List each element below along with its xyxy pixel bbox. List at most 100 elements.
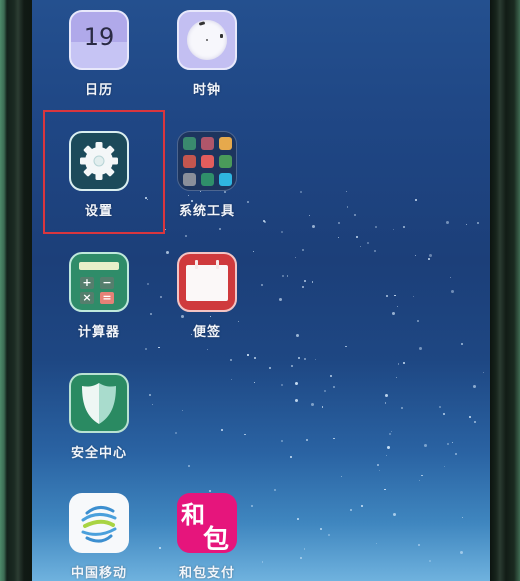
- folder-app-thumbnail: [218, 172, 232, 186]
- star: [333, 437, 335, 440]
- star: [260, 284, 263, 287]
- star: [263, 221, 266, 224]
- star: [221, 428, 224, 431]
- star: [473, 421, 476, 424]
- star: [391, 430, 393, 432]
- star: [208, 489, 211, 492]
- star: [340, 475, 342, 477]
- star: [477, 221, 480, 224]
- star: [417, 543, 420, 546]
- folder-app-thumbnail: [200, 136, 214, 150]
- star: [373, 250, 376, 253]
- star: [384, 489, 386, 491]
- app-label: 安全中心: [70, 446, 127, 461]
- app-security-center[interactable]: 安全中心: [54, 373, 144, 461]
- app-system-tools-folder[interactable]: 系统工具: [162, 131, 252, 219]
- star: [461, 343, 464, 346]
- star: [207, 349, 209, 351]
- star: [378, 470, 380, 472]
- notepad-icon: [177, 252, 237, 312]
- star: [175, 432, 178, 435]
- star: [281, 231, 284, 234]
- star: [294, 398, 298, 402]
- app-hebao-pay[interactable]: 和 包 和包支付: [162, 493, 252, 581]
- star: [397, 363, 400, 365]
- app-notes[interactable]: 便签: [162, 252, 252, 340]
- folder-app-thumbnail: [182, 154, 196, 168]
- star: [311, 403, 315, 407]
- star: [392, 311, 396, 315]
- star: [244, 433, 246, 436]
- app-china-mobile[interactable]: 中国移动: [54, 493, 144, 581]
- app-label: 便签: [192, 325, 221, 340]
- star: [385, 393, 389, 397]
- star: [418, 346, 422, 350]
- star: [312, 281, 314, 283]
- star: [466, 224, 468, 226]
- star: [376, 464, 379, 467]
- app-settings[interactable]: 设置: [54, 131, 144, 219]
- star: [150, 312, 153, 315]
- app-label: 和包支付: [178, 566, 235, 581]
- calendar-date: 19: [83, 23, 115, 51]
- star: [415, 199, 418, 202]
- star: [303, 357, 306, 360]
- star: [345, 346, 347, 348]
- star: [308, 215, 310, 217]
- app-label: 系统工具: [178, 204, 235, 219]
- star: [254, 356, 257, 359]
- star: [337, 237, 339, 239]
- china-mobile-logo-icon: [69, 493, 129, 553]
- star: [393, 513, 397, 517]
- star: [300, 191, 303, 194]
- star: [286, 275, 288, 277]
- star: [460, 550, 464, 554]
- star: [361, 505, 364, 508]
- star: [297, 518, 300, 521]
- star: [304, 548, 306, 550]
- app-calendar[interactable]: 19 日历: [54, 10, 144, 98]
- star: [311, 225, 315, 229]
- star: [428, 257, 431, 260]
- star: [315, 358, 317, 360]
- star: [446, 442, 449, 445]
- star: [443, 465, 445, 467]
- folder-app-thumbnail: [218, 136, 232, 150]
- star: [429, 560, 432, 563]
- star: [152, 404, 154, 406]
- star: [184, 234, 187, 237]
- star: [328, 534, 331, 537]
- star: [355, 235, 358, 238]
- gear-icon: [69, 131, 129, 191]
- star: [394, 294, 396, 296]
- star: [423, 444, 427, 448]
- star: [261, 561, 263, 563]
- star: [254, 381, 256, 384]
- app-label: 设置: [84, 204, 113, 219]
- star: [413, 296, 415, 298]
- clock-icon: [177, 10, 237, 70]
- star: [450, 277, 452, 279]
- star: [333, 385, 336, 388]
- star: [367, 241, 370, 244]
- star: [144, 348, 147, 351]
- folder-app-thumbnail: [218, 154, 232, 168]
- star: [386, 295, 389, 297]
- app-calculator[interactable]: + − × = 计算器: [54, 252, 144, 340]
- star: [402, 361, 405, 364]
- star: [158, 346, 160, 348]
- app-label: 时钟: [192, 83, 221, 98]
- app-label: 计算器: [77, 325, 120, 340]
- star: [418, 480, 420, 482]
- star: [445, 221, 449, 225]
- star: [354, 213, 357, 216]
- folder-app-thumbnail: [182, 136, 196, 150]
- shield-icon: [69, 373, 129, 433]
- star: [294, 382, 298, 386]
- app-label: 日历: [84, 83, 113, 98]
- star: [384, 402, 386, 404]
- calendar-icon: 19: [69, 10, 129, 70]
- star: [159, 546, 162, 549]
- star: [289, 456, 292, 459]
- app-clock[interactable]: 时钟: [162, 10, 252, 98]
